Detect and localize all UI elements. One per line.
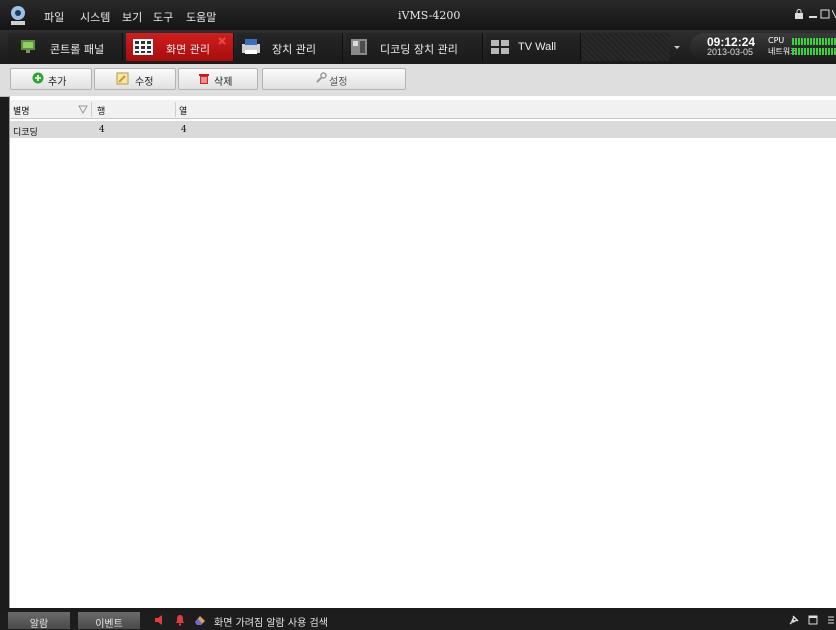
cpu-label: CPU: [768, 36, 785, 45]
event-tab[interactable]: 이벤트: [78, 612, 140, 630]
sort-triangle-icon[interactable]: [78, 104, 88, 114]
column-divider[interactable]: [175, 102, 176, 117]
menu-help[interactable]: 도움말: [186, 9, 216, 25]
chevron-down-icon[interactable]: [670, 37, 684, 57]
tab-control-panel[interactable]: 콘트롤 패널: [8, 33, 123, 61]
add-button-label: 추가: [48, 77, 67, 88]
tv-wall-icon: [491, 40, 509, 54]
delete-button-label: 삭제: [214, 77, 233, 88]
edit-button[interactable]: 수정: [94, 68, 176, 90]
cell-alias: 디코딩: [13, 128, 38, 138]
cpu-meter: [792, 38, 836, 45]
close-icon[interactable]: [832, 9, 836, 19]
pin-icon[interactable]: [788, 614, 800, 626]
app-logo-icon: [11, 6, 25, 25]
restore-window-icon[interactable]: [807, 614, 819, 626]
maximize-icon[interactable]: [820, 9, 830, 19]
expand-icon[interactable]: [826, 614, 836, 626]
tab-close-icon[interactable]: [217, 36, 227, 46]
menu-bar: 파일 시스템 보기 도구 도움말 iVMS-4200: [0, 0, 836, 30]
cell-rows: 4: [99, 125, 105, 135]
status-message: 화면 가려짐 알람 사용 검색: [214, 618, 328, 629]
clock-status-panel: 09:12:24 2013-03-05 CPU 네트워크: [690, 33, 836, 61]
decoder-device-icon: [351, 39, 367, 55]
tab-label: TV Wall: [518, 41, 557, 53]
wrench-icon: [316, 72, 327, 83]
tab-label: 화면 관리: [166, 43, 210, 56]
network-meter: [792, 48, 836, 55]
screen-grid-icon: [133, 39, 153, 55]
clock-date: 2013-03-05: [707, 47, 754, 57]
screen-list-table: 별명 행 열 디코딩 4 4: [9, 96, 836, 608]
column-header-alias[interactable]: 별명: [13, 104, 30, 117]
menu-file[interactable]: 파일: [44, 9, 64, 25]
plus-circle-icon: [32, 72, 44, 84]
tab-label: 장치 관리: [272, 43, 316, 56]
trash-icon: [199, 74, 209, 84]
action-toolbar: 추가 수정 삭제 설정: [0, 64, 836, 97]
control-panel-icon: [21, 40, 35, 53]
alarm-tab-label: 알람: [29, 619, 49, 630]
event-tab-label: 이벤트: [95, 619, 123, 630]
pencil-icon: [116, 72, 129, 85]
alarm-bell-icon[interactable]: [174, 614, 186, 626]
delete-button[interactable]: 삭제: [178, 68, 258, 90]
tab-label: 디코딩 장치 관리: [380, 43, 458, 56]
edit-button-label: 수정: [135, 77, 154, 88]
tab-device-management[interactable]: 장치 관리: [236, 33, 343, 61]
settings-button-label: 설정: [329, 77, 348, 88]
menu-system[interactable]: 시스템: [80, 9, 110, 25]
tab-bar-empty-area: [582, 33, 670, 61]
column-header-columns[interactable]: 열: [179, 104, 187, 117]
table-row[interactable]: 디코딩 4 4: [10, 121, 836, 138]
add-button[interactable]: 추가: [10, 68, 92, 90]
device-printer-icon: [242, 39, 260, 54]
table-header: 별명 행 열: [10, 100, 836, 119]
tab-screen-management[interactable]: 화면 관리: [126, 33, 234, 61]
tab-label: 콘트롤 패널: [50, 43, 105, 56]
tab-decoding-device-management[interactable]: 디코딩 장치 관리: [346, 33, 483, 61]
eraser-icon[interactable]: [194, 614, 206, 626]
cell-columns: 4: [181, 125, 187, 135]
lock-icon[interactable]: [794, 9, 804, 19]
column-divider[interactable]: [91, 102, 92, 117]
status-bar: 알람 이벤트 화면 가려짐 알람 사용 검색: [0, 611, 836, 630]
settings-button[interactable]: 설정: [262, 68, 406, 90]
minimize-icon[interactable]: [808, 9, 818, 19]
alarm-tab[interactable]: 알람: [8, 612, 70, 630]
app-title: iVMS-4200: [398, 9, 461, 22]
tab-tv-wall[interactable]: TV Wall: [486, 33, 581, 61]
menu-tools[interactable]: 도구: [153, 9, 173, 25]
menu-view[interactable]: 보기: [122, 9, 142, 25]
column-header-rows[interactable]: 행: [97, 104, 105, 117]
alarm-sound-icon[interactable]: [154, 614, 166, 626]
